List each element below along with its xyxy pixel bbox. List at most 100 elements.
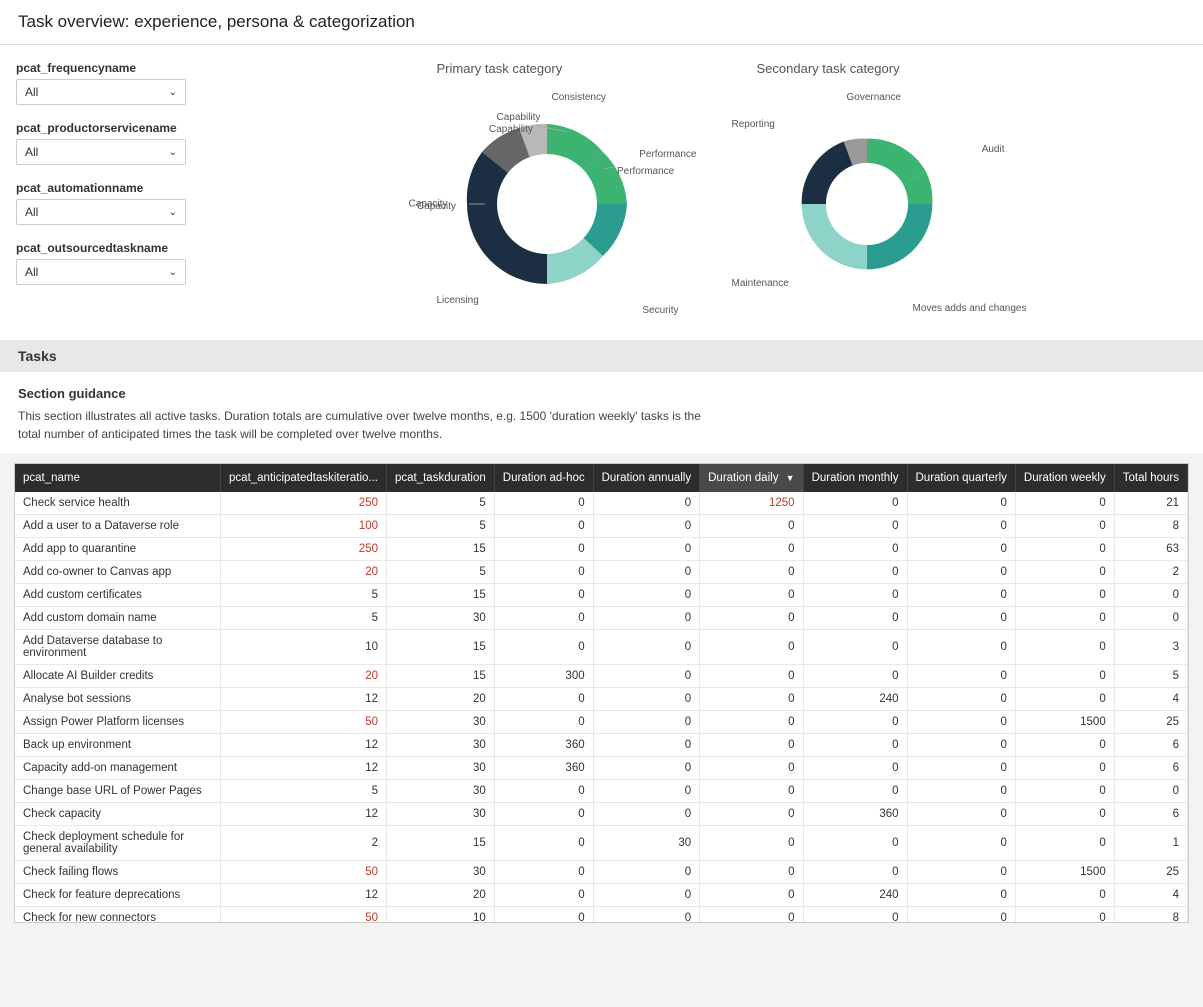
table-cell: 0 xyxy=(803,734,907,757)
table-cell: 0 xyxy=(907,826,1015,861)
table-cell: 0 xyxy=(494,688,593,711)
table-cell: 0 xyxy=(1114,584,1187,607)
table-cell: 20 xyxy=(221,665,387,688)
table-row: Add a user to a Dataverse role1005000000… xyxy=(15,515,1188,538)
table-cell: 0 xyxy=(907,734,1015,757)
table-cell: 0 xyxy=(700,688,803,711)
table-cell: 30 xyxy=(386,861,494,884)
table-cell: 0 xyxy=(803,538,907,561)
table-cell: 0 xyxy=(593,630,700,665)
th-pcat-name[interactable]: pcat_name xyxy=(15,464,221,492)
table-row: Check for new connectors50100000008 xyxy=(15,907,1188,924)
table-cell: 6 xyxy=(1114,757,1187,780)
table-cell: 0 xyxy=(494,803,593,826)
table-cell: 0 xyxy=(700,711,803,734)
table-cell: 2 xyxy=(221,826,387,861)
table-cell: 0 xyxy=(593,861,700,884)
table-cell: 30 xyxy=(593,826,700,861)
filter-select-product[interactable]: All ⌄ xyxy=(16,139,186,165)
float-label-moves: Moves adds and changes xyxy=(913,303,1027,314)
th-duration-adhoc[interactable]: Duration ad-hoc xyxy=(494,464,593,492)
table-cell: 0 xyxy=(700,907,803,924)
table-row: Add co-owner to Canvas app2050000002 xyxy=(15,561,1188,584)
table-cell: 12 xyxy=(221,884,387,907)
primary-chart-title: Primary task category xyxy=(437,61,563,76)
table-cell: 1 xyxy=(1114,826,1187,861)
table-cell: 12 xyxy=(221,757,387,780)
table-cell: 0 xyxy=(593,734,700,757)
table-row: Assign Power Platform licenses5030000001… xyxy=(15,711,1188,734)
table-cell: 240 xyxy=(803,688,907,711)
table-cell: 0 xyxy=(593,538,700,561)
filter-group-product: pcat_productorservicename All ⌄ xyxy=(16,121,210,165)
table-cell: 0 xyxy=(1015,734,1114,757)
filter-label-automation: pcat_automationname xyxy=(16,181,210,195)
float-label-reporting: Reporting xyxy=(732,119,775,130)
table-cell: 0 xyxy=(593,711,700,734)
table-cell: 0 xyxy=(494,884,593,907)
filters-panel: pcat_frequencyname All ⌄ pcat_productors… xyxy=(16,61,226,324)
float-label-maintenance: Maintenance xyxy=(732,278,789,289)
primary-donut-wrapper: Performance Consistency Capability Capac… xyxy=(407,84,687,324)
filter-select-outsourced[interactable]: All ⌄ xyxy=(16,259,186,285)
table-cell: 0 xyxy=(1015,515,1114,538)
section-guidance-text: This section illustrates all active task… xyxy=(18,407,1185,443)
table-cell: 0 xyxy=(593,515,700,538)
table-cell: 0 xyxy=(907,492,1015,515)
table-cell: 50 xyxy=(221,861,387,884)
th-duration-annually[interactable]: Duration annually xyxy=(593,464,700,492)
float-label-capability: Capability xyxy=(497,112,541,123)
table-cell: 0 xyxy=(803,665,907,688)
table-cell: 0 xyxy=(907,803,1015,826)
table-cell: 0 xyxy=(907,861,1015,884)
section-guidance-title: Section guidance xyxy=(18,386,1185,401)
th-total-hours[interactable]: Total hours xyxy=(1114,464,1187,492)
primary-donut-hole xyxy=(497,154,597,254)
table-row: Check failing flows503000000150025 xyxy=(15,861,1188,884)
table-row: Back up environment1230360000006 xyxy=(15,734,1188,757)
table-cell: 0 xyxy=(907,757,1015,780)
th-duration-weekly[interactable]: Duration weekly xyxy=(1015,464,1114,492)
filter-label-outsourced: pcat_outsourcedtaskname xyxy=(16,241,210,255)
table-cell: 4 xyxy=(1114,884,1187,907)
table-cell: 0 xyxy=(803,561,907,584)
table-cell: 360 xyxy=(803,803,907,826)
table-cell: 0 xyxy=(593,757,700,780)
th-task-duration[interactable]: pcat_taskduration xyxy=(386,464,494,492)
filter-select-automation[interactable]: All ⌄ xyxy=(16,199,186,225)
table-cell: 12 xyxy=(221,803,387,826)
table-row: Check service health250500125000021 xyxy=(15,492,1188,515)
table-cell: 0 xyxy=(1015,607,1114,630)
table-cell: 0 xyxy=(494,492,593,515)
table-cell: 0 xyxy=(907,711,1015,734)
filter-select-frequency[interactable]: All ⌄ xyxy=(16,79,186,105)
table-cell: 0 xyxy=(803,607,907,630)
table-cell: 0 xyxy=(593,665,700,688)
tasks-table-wrapper[interactable]: pcat_name pcat_anticipatedtaskiteratio..… xyxy=(14,463,1189,923)
table-header: pcat_name pcat_anticipatedtaskiteratio..… xyxy=(15,464,1188,492)
th-iterations[interactable]: pcat_anticipatedtaskiteratio... xyxy=(221,464,387,492)
primary-donut-svg: Performance Consistency Capability Capac… xyxy=(407,84,687,324)
table-row: Add Dataverse database to environment101… xyxy=(15,630,1188,665)
chevron-down-icon-2: ⌄ xyxy=(169,147,177,158)
table-cell: 3 xyxy=(1114,630,1187,665)
table-cell: 0 xyxy=(803,492,907,515)
float-label-performance: Performance xyxy=(639,149,696,160)
table-cell: Change base URL of Power Pages xyxy=(15,780,221,803)
secondary-donut-hole xyxy=(825,163,907,245)
th-duration-daily[interactable]: Duration daily ▼ xyxy=(700,464,803,492)
table-cell: 0 xyxy=(700,584,803,607)
table-cell: 0 xyxy=(907,665,1015,688)
table-cell: 15 xyxy=(386,826,494,861)
section-guidance: Section guidance This section illustrate… xyxy=(0,372,1203,453)
table-cell: 20 xyxy=(386,688,494,711)
table-cell: 0 xyxy=(1015,884,1114,907)
table-cell: 0 xyxy=(700,665,803,688)
filter-value-outsourced: All xyxy=(25,265,38,279)
table-cell: Analyse bot sessions xyxy=(15,688,221,711)
th-duration-monthly[interactable]: Duration monthly xyxy=(803,464,907,492)
table-cell: 0 xyxy=(803,630,907,665)
table-row: Add custom domain name5300000000 xyxy=(15,607,1188,630)
th-duration-quarterly[interactable]: Duration quarterly xyxy=(907,464,1015,492)
table-cell: Add a user to a Dataverse role xyxy=(15,515,221,538)
